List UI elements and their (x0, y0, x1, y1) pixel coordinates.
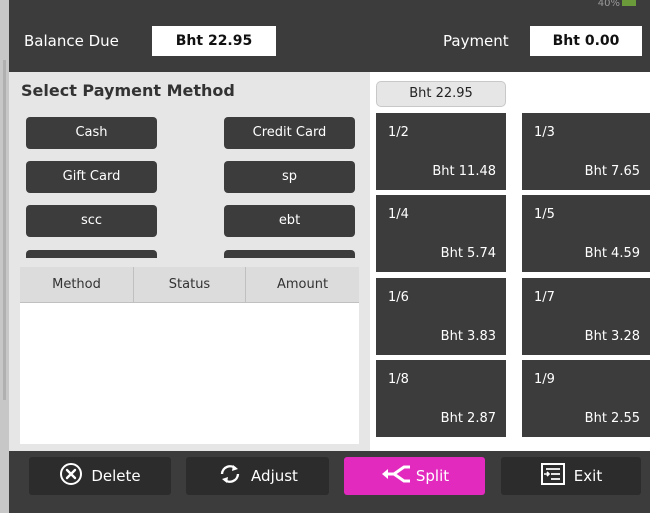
split-tile-1-6[interactable]: 1/6 Bht 3.83 (376, 278, 506, 355)
method-button-gift-card[interactable]: Gift Card (26, 161, 157, 193)
split-amount: Bht 5.74 (440, 246, 496, 261)
refresh-icon (217, 463, 243, 489)
exit-register-icon (540, 462, 566, 490)
x-circle-icon (59, 462, 83, 490)
column-header-method[interactable]: Method (20, 267, 134, 303)
split-tile-1-9[interactable]: 1/9 Bht 2.55 (522, 360, 650, 437)
method-button-cash[interactable]: Cash (26, 117, 157, 149)
split-amount: Bht 11.48 (432, 164, 496, 179)
split-tile-1-4[interactable]: 1/4 Bht 5.74 (376, 195, 506, 272)
split-tile-1-2[interactable]: 1/2 Bht 11.48 (376, 113, 506, 190)
split-tile-1-8[interactable]: 1/8 Bht 2.87 (376, 360, 506, 437)
split-amount: Bht 7.65 (584, 164, 640, 179)
method-button-ebt[interactable]: ebt (224, 205, 355, 237)
split-fraction: 1/8 (388, 372, 409, 387)
delete-button[interactable]: Delete (29, 457, 171, 495)
method-button-credit-card[interactable]: Credit Card (224, 117, 355, 149)
battery-icon (622, 0, 636, 6)
window-edge (0, 0, 9, 513)
split-panel: Bht 22.95 1/2 Bht 11.48 1/3 Bht 7.65 1/4… (370, 72, 650, 451)
exit-label: Exit (573, 467, 603, 485)
split-amount: Bht 2.87 (440, 411, 496, 426)
balance-due-value: Bht 22.95 (152, 26, 276, 56)
split-button[interactable]: Split (344, 457, 485, 495)
header-bar: 40% Balance Due Bht 22.95 Payment Bht 0.… (9, 0, 650, 72)
delete-label: Delete (91, 467, 141, 485)
column-header-amount[interactable]: Amount (246, 267, 359, 303)
payment-value[interactable]: Bht 0.00 (530, 26, 642, 56)
payment-method-panel: Select Payment Method Cash Credit Card G… (9, 72, 370, 451)
method-button-partial[interactable] (26, 250, 157, 258)
split-tile-1-5[interactable]: 1/5 Bht 4.59 (522, 195, 650, 272)
split-fraction: 1/9 (534, 372, 555, 387)
split-fraction: 1/2 (388, 125, 409, 140)
payment-label: Payment (443, 32, 509, 50)
method-button-partial[interactable] (224, 250, 355, 258)
split-fraction: 1/4 (388, 207, 409, 222)
battery-text: 40% (597, 0, 620, 9)
exit-button[interactable]: Exit (501, 457, 641, 495)
split-amount: Bht 3.83 (440, 329, 496, 344)
method-button-scc[interactable]: scc (26, 205, 157, 237)
split-tile-1-7[interactable]: 1/7 Bht 3.28 (522, 278, 650, 355)
table-header: Method Status Amount (20, 267, 359, 303)
adjust-button[interactable]: Adjust (186, 457, 329, 495)
split-fraction: 1/5 (534, 207, 555, 222)
column-header-status[interactable]: Status (134, 267, 246, 303)
split-total-button[interactable]: Bht 22.95 (376, 81, 506, 107)
method-button-sp[interactable]: sp (224, 161, 355, 193)
action-bar: Delete Adjust Split Exit (9, 451, 650, 513)
status-bar: 40% (598, 0, 636, 9)
split-amount: Bht 4.59 (584, 246, 640, 261)
split-fraction: 1/7 (534, 290, 555, 305)
split-fraction: 1/6 (388, 290, 409, 305)
balance-due-label: Balance Due (24, 32, 119, 50)
adjust-label: Adjust (251, 467, 298, 485)
split-fraction: 1/3 (534, 125, 555, 140)
split-amount: Bht 2.55 (584, 411, 640, 426)
split-tile-1-3[interactable]: 1/3 Bht 7.65 (522, 113, 650, 190)
split-label: Split (415, 467, 450, 485)
section-title: Select Payment Method (21, 81, 235, 100)
payments-table: Method Status Amount (20, 267, 359, 444)
split-amount: Bht 3.28 (584, 329, 640, 344)
payment-screen: 40% Balance Due Bht 22.95 Payment Bht 0.… (9, 0, 650, 513)
split-arrow-icon (380, 463, 414, 489)
